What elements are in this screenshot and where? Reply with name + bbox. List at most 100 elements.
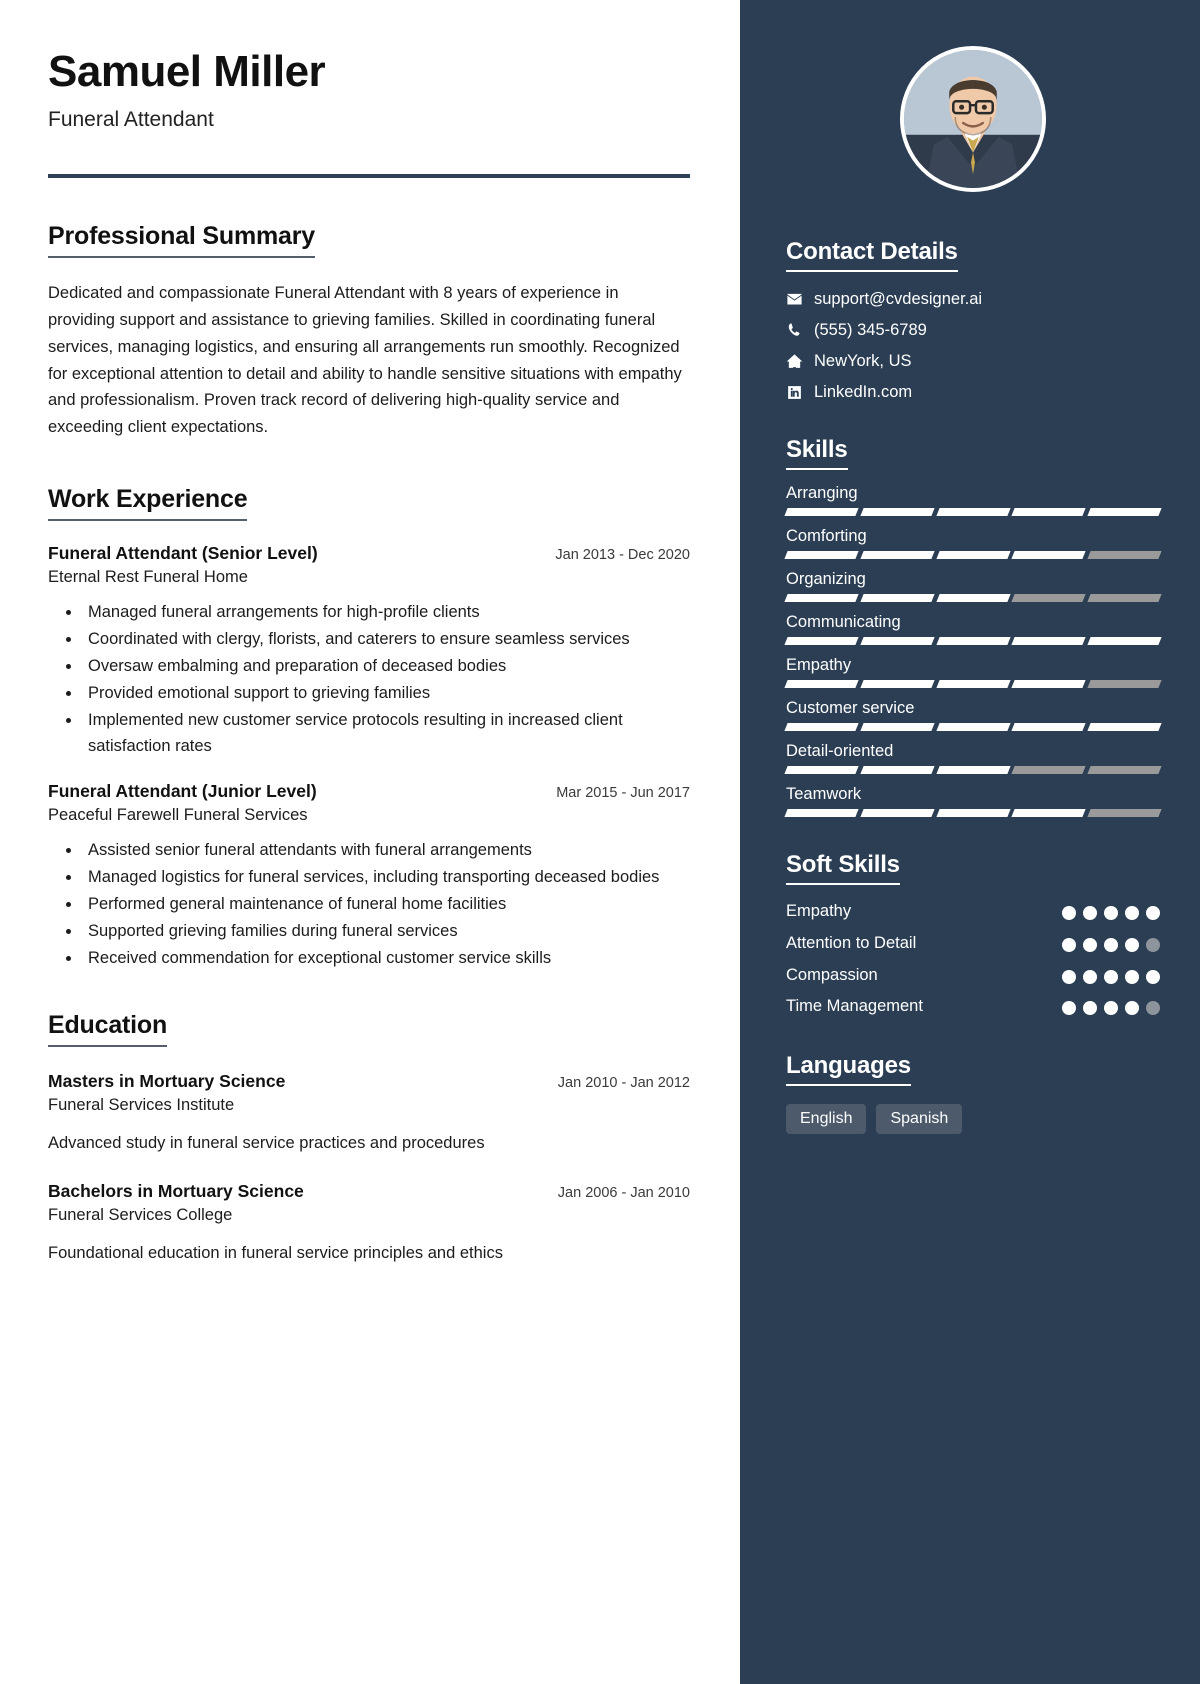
rating-dot (1125, 1001, 1139, 1016)
education-degree: Masters in Mortuary Science (48, 1071, 286, 1092)
section-title-work: Work Experience (48, 485, 248, 521)
section-title-skills: Skills (786, 436, 848, 470)
skill-segment (1011, 809, 1086, 817)
contact-item-linkedin[interactable]: LinkedIn.com (786, 383, 1160, 402)
skill-segment (935, 766, 1011, 774)
work-bullet: Assisted senior funeral attendants with … (82, 837, 690, 863)
soft-skill-rating (1062, 933, 1160, 952)
skill-segment (860, 508, 935, 516)
skill-segment (935, 809, 1011, 817)
contact-item-email[interactable]: support@cvdesigner.ai (786, 290, 1160, 309)
section-title-languages: Languages (786, 1052, 911, 1087)
skill-segment (1087, 766, 1162, 774)
skill-label: Detail-oriented (786, 742, 894, 760)
skill-segment (784, 766, 859, 774)
rating-dot (1146, 937, 1160, 952)
main-column: Samuel Miller Funeral Attendant Professi… (0, 0, 740, 1684)
rating-dot (1125, 906, 1139, 920)
skill-level-bar (784, 637, 1162, 645)
education-date: Jan 2006 - Jan 2010 (557, 1184, 690, 1201)
skill-label: Customer service (786, 699, 915, 717)
candidate-name: Samuel Miller (48, 47, 326, 96)
skill-segment (1087, 551, 1162, 559)
work-entry: Funeral Attendant (Junior Level) Mar 201… (48, 781, 690, 971)
section-work-experience: Work Experience Funeral Attendant (Senio… (48, 485, 690, 972)
skill-level-bar (784, 508, 1162, 516)
skill-segment (1011, 594, 1086, 602)
skill-item: Teamwork (784, 785, 1162, 817)
contact-details-block: Contact Details support@cvdesigner.ai (5… (786, 238, 1160, 402)
soft-skills-block: Soft Skills Empathy Attention to Detail Co… (786, 851, 1160, 1018)
sidebar: Contact Details support@cvdesigner.ai (5… (740, 0, 1200, 1684)
skill-item: Detail-oriented (784, 742, 1162, 774)
rating-dot (1062, 1001, 1076, 1016)
soft-skill-label: Time Management (786, 997, 923, 1016)
soft-skill-label: Empathy (786, 902, 852, 920)
rating-dot (1146, 1001, 1160, 1016)
resume-page: Samuel Miller Funeral Attendant Professi… (0, 0, 1200, 1684)
summary-text: Dedicated and compassionate Funeral Atte… (48, 284, 682, 436)
skill-label: Organizing (786, 570, 866, 588)
rating-dot (1083, 937, 1097, 952)
avatar (900, 46, 1046, 192)
work-date: Jan 2013 - Dec 2020 (555, 546, 690, 563)
skill-segment (1087, 508, 1162, 516)
education-school: Funeral Services Institute (48, 1096, 235, 1115)
section-title-soft-skills: Soft Skills (786, 851, 900, 885)
home-icon (786, 353, 814, 370)
skills-block: Skills Arranging Comforting Organizing Comm… (784, 436, 1162, 817)
rating-dot (1083, 969, 1097, 984)
language-chip: Spanish (876, 1104, 963, 1135)
work-entry: Funeral Attendant (Senior Level) Jan 201… (48, 543, 690, 759)
rating-dot (1104, 906, 1118, 920)
rating-dot (1146, 969, 1160, 984)
skill-segment (784, 637, 859, 645)
linkedin-icon (786, 384, 814, 401)
work-entry-header: Funeral Attendant (Senior Level) Jan 201… (48, 543, 690, 564)
soft-skill-label: Compassion (786, 965, 878, 984)
skill-segment (784, 508, 859, 516)
skill-item: Customer service (784, 699, 1162, 731)
skill-level-bar (784, 766, 1162, 774)
skill-segment (860, 637, 935, 645)
skill-segment (1087, 809, 1162, 817)
work-bullet: Implemented new customer service protoco… (82, 707, 690, 759)
skill-segment (1087, 594, 1162, 602)
work-bullets: Assisted senior funeral attendants with … (48, 837, 690, 971)
soft-skill-rating (1062, 996, 1160, 1016)
soft-skill-label: Attention to Detail (786, 933, 917, 952)
contact-item-location[interactable]: NewYork, US (786, 352, 1160, 371)
section-education: Education Masters in Mortuary Science Ja… (48, 1011, 690, 1266)
skill-segment (935, 551, 1011, 559)
skill-segment (935, 680, 1011, 688)
work-bullet: Performed general maintenance of funeral… (82, 891, 690, 917)
rating-dot (1104, 1001, 1118, 1016)
work-entry-header: Funeral Attendant (Junior Level) Mar 201… (48, 781, 690, 802)
skill-label: Empathy (786, 656, 852, 674)
work-bullet: Managed funeral arrangements for high-pr… (82, 599, 690, 625)
education-degree: Bachelors in Mortuary Science (48, 1180, 304, 1201)
soft-skill-row: Attention to Detail (786, 933, 1160, 955)
work-date: Mar 2015 - Jun 2017 (556, 785, 690, 802)
contact-value-linkedin: LinkedIn.com (814, 383, 913, 401)
education-description: Advanced study in funeral service practi… (48, 1134, 485, 1153)
contact-value-email: support@cvdesigner.ai (814, 290, 983, 308)
skill-segment (1011, 723, 1086, 731)
header: Samuel Miller Funeral Attendant (48, 47, 690, 179)
skill-item: Comforting (784, 527, 1162, 559)
skills-list: Arranging Comforting Organizing Communicati… (784, 484, 1162, 817)
skill-item: Empathy (784, 656, 1162, 688)
section-title-contact: Contact Details (786, 238, 958, 272)
work-bullet: Received commendation for exceptional cu… (82, 945, 690, 971)
skill-segment (935, 508, 1011, 516)
rating-dot (1062, 906, 1076, 920)
skill-label: Communicating (786, 613, 901, 631)
rating-dot (1125, 937, 1139, 952)
contact-value-phone: (555) 345-6789 (814, 321, 927, 339)
work-organization: Peaceful Farewell Funeral Services (48, 806, 308, 825)
skill-label: Arranging (786, 484, 858, 502)
work-bullets: Managed funeral arrangements for high-pr… (48, 599, 690, 759)
soft-skill-row: Empathy (786, 901, 1160, 923)
skill-segment (1011, 637, 1086, 645)
contact-item-phone[interactable]: (555) 345-6789 (786, 321, 1160, 340)
